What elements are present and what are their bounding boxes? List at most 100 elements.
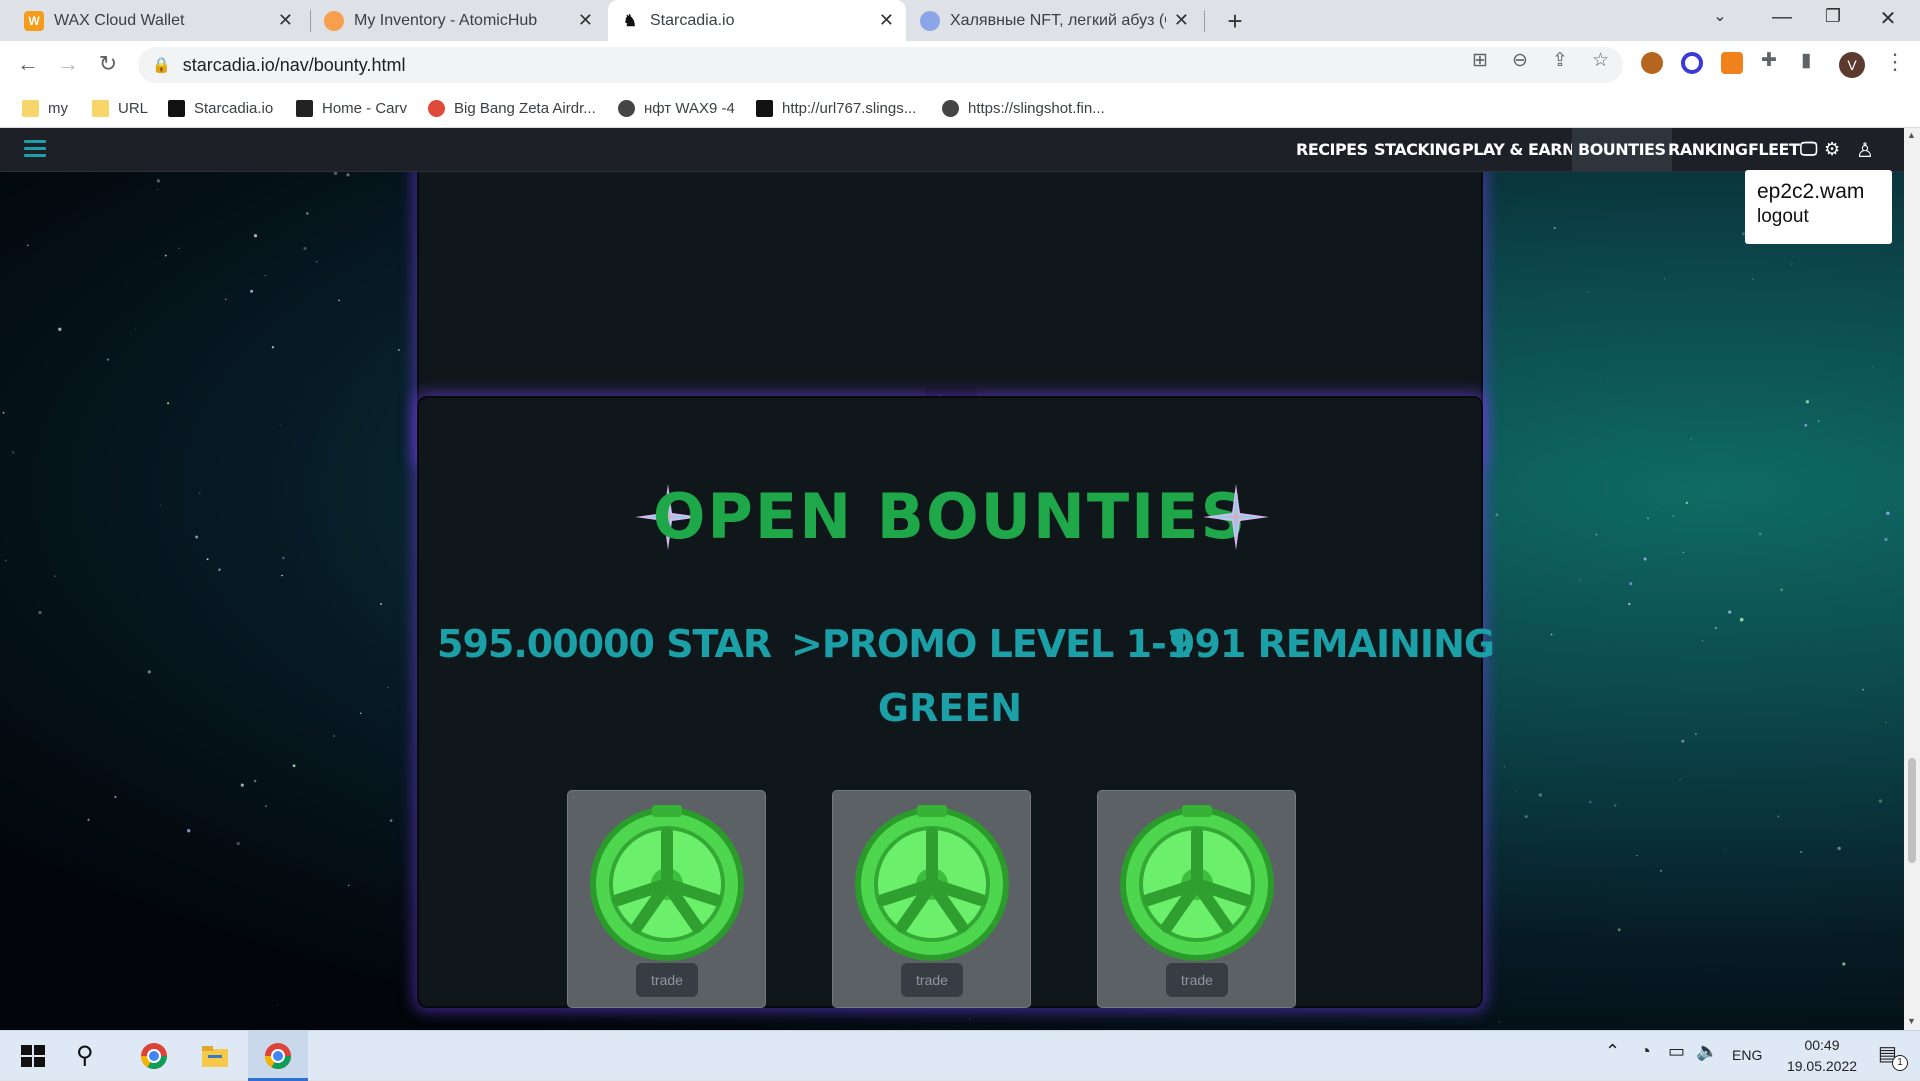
- bookmark-slingshot[interactable]: http://url767.slings...: [756, 89, 916, 127]
- bookmark-my[interactable]: my: [22, 89, 68, 127]
- file-explorer-icon[interactable]: [200, 1041, 230, 1071]
- tab-starcadia[interactable]: ♞ Starcadia.io ✕: [608, 0, 906, 41]
- close-tab-icon[interactable]: ✕: [879, 10, 894, 31]
- reload-icon[interactable]: ↻: [94, 51, 122, 77]
- star-dot: [279, 424, 281, 426]
- star-dot: [240, 783, 244, 787]
- star-dot: [338, 299, 340, 302]
- star-dot: [1587, 291, 1589, 293]
- star-dot: [1739, 617, 1744, 622]
- bookmark-carv[interactable]: Home - Carv: [296, 89, 407, 127]
- star-dot: [1647, 517, 1649, 520]
- scroll-down-icon[interactable]: ▼: [1907, 1016, 1916, 1026]
- minimize-button[interactable]: —: [1762, 6, 1802, 29]
- globe-icon: [618, 99, 635, 117]
- browser-menu-icon[interactable]: ⋮: [1884, 49, 1906, 75]
- star-dot: [198, 492, 201, 494]
- star-dot: [1498, 1021, 1500, 1023]
- show-hidden-icons[interactable]: ⌃: [1605, 1041, 1635, 1071]
- translate-icon[interactable]: ⊞: [1472, 49, 1488, 72]
- bookmark-star-icon[interactable]: ☆: [1592, 49, 1609, 72]
- scroll-up-icon[interactable]: ▲: [1907, 130, 1916, 140]
- slingshot-icon: [756, 99, 773, 117]
- chrome-icon: [264, 1043, 292, 1070]
- close-tab-icon[interactable]: ✕: [1174, 10, 1189, 31]
- close-window-button[interactable]: ✕: [1868, 6, 1908, 31]
- hamburger-menu-icon[interactable]: [24, 140, 46, 158]
- star-dot: [167, 402, 170, 405]
- star-dot: [1614, 804, 1617, 807]
- taskbar-clock[interactable]: 00:49 19.05.2022: [1772, 1035, 1872, 1077]
- nav-stacking[interactable]: STACKING: [1368, 128, 1466, 172]
- close-tab-icon[interactable]: ✕: [578, 10, 593, 31]
- share-icon[interactable]: ⇪: [1552, 49, 1568, 72]
- battery-icon[interactable]: ▭: [1668, 1041, 1698, 1071]
- trade-button[interactable]: trade: [1166, 963, 1228, 997]
- green-wheel-icon: [855, 805, 1009, 961]
- address-bar[interactable]: 🔒 starcadia.io/nav/bounty.html: [138, 47, 1623, 83]
- extension-circle-icon[interactable]: [1681, 52, 1703, 74]
- notification-icon[interactable]: ▤ 1: [1878, 1041, 1908, 1071]
- nav-recipes[interactable]: RECIPES: [1290, 128, 1374, 172]
- forward-icon[interactable]: →: [54, 51, 82, 77]
- bookmark-bigbang[interactable]: Big Bang Zeta Airdr...: [428, 89, 596, 127]
- star-dot: [1664, 278, 1666, 280]
- close-tab-icon[interactable]: ✕: [278, 10, 293, 31]
- tab-free-nft[interactable]: Халявные NFT, легкий абуз (Об ✕: [908, 0, 1201, 41]
- globe-icon: [942, 99, 959, 117]
- star-dot: [1777, 815, 1780, 818]
- zoom-icon[interactable]: ⊖: [1512, 49, 1528, 72]
- star-dot: [206, 558, 209, 561]
- star-dot: [178, 248, 180, 250]
- star-dot: [1725, 849, 1727, 851]
- metamask-icon[interactable]: [1721, 52, 1743, 74]
- page-scrollbar[interactable]: ▲ ▼: [1904, 128, 1920, 1030]
- windows-start-icon[interactable]: [18, 1041, 48, 1071]
- lock-icon: 🔒: [152, 57, 171, 74]
- star-dot: [26, 244, 29, 247]
- trade-button[interactable]: trade: [901, 963, 963, 997]
- scrollbar-thumb[interactable]: [1908, 758, 1916, 863]
- chrome-taskbar-active[interactable]: [248, 1031, 308, 1081]
- site-nav-bar: RECIPES STACKING PLAY & EARN BOUNTIES RA…: [0, 128, 1904, 172]
- profile-avatar[interactable]: V: [1839, 52, 1865, 78]
- tab-title: My Inventory - AtomicHub: [354, 11, 538, 29]
- star-dot: [1804, 423, 1808, 427]
- nav-bounties[interactable]: BOUNTIES: [1572, 128, 1672, 172]
- maximize-button[interactable]: ❐: [1813, 6, 1853, 27]
- user-icon[interactable]: ♙: [1850, 128, 1879, 172]
- bookmark-url[interactable]: URL: [92, 89, 148, 127]
- chrome-icon[interactable]: [139, 1041, 169, 1071]
- cookie-extension-icon[interactable]: [1641, 52, 1663, 74]
- star-dot: [1503, 765, 1506, 768]
- volume-icon[interactable]: 🔈: [1696, 1041, 1726, 1071]
- nav-ranking[interactable]: RANKING: [1662, 128, 1753, 172]
- star-dot: [236, 841, 240, 846]
- tab-search-icon[interactable]: ⌄: [1700, 6, 1740, 26]
- gear-icon[interactable]: ⚙: [1818, 128, 1846, 172]
- logout-link[interactable]: logout: [1757, 206, 1880, 228]
- browser-tab-strip: W WAX Cloud Wallet ✕ My Inventory - Atom…: [0, 0, 1920, 41]
- star-dot: [253, 779, 257, 783]
- star-dot: [264, 274, 266, 276]
- search-icon[interactable]: ⚲: [76, 1041, 106, 1071]
- trade-button[interactable]: trade: [636, 963, 698, 997]
- language-indicator[interactable]: ENG: [1732, 1047, 1762, 1063]
- tab-atomichub[interactable]: My Inventory - AtomicHub ✕: [312, 0, 605, 41]
- star-dot: [1695, 733, 1697, 735]
- star-dot: [1714, 626, 1718, 630]
- star-dot: [1495, 513, 1499, 517]
- back-icon[interactable]: ←: [14, 51, 42, 77]
- star-dot: [1752, 278, 1754, 280]
- tab-wax-cloud-wallet[interactable]: W WAX Cloud Wallet ✕: [12, 0, 305, 41]
- wifi-icon[interactable]: ◔: [1640, 1041, 1670, 1071]
- new-tab-button[interactable]: +: [1220, 6, 1250, 37]
- bookmark-slingshot-fin[interactable]: https://slingshot.fin...: [942, 89, 1105, 127]
- green-wheel-icon: [590, 805, 744, 961]
- side-panel-icon[interactable]: ▮: [1801, 49, 1811, 72]
- nav-play-earn[interactable]: PLAY & EARN: [1456, 128, 1581, 172]
- extensions-puzzle-icon[interactable]: ✚: [1761, 49, 1777, 72]
- bookmark-starcadia[interactable]: Starcadia.io: [168, 89, 273, 127]
- tab-title: Халявные NFT, легкий абуз (Об: [950, 11, 1166, 29]
- bookmark-wax9[interactable]: нфт WAX9 -4: [618, 89, 735, 127]
